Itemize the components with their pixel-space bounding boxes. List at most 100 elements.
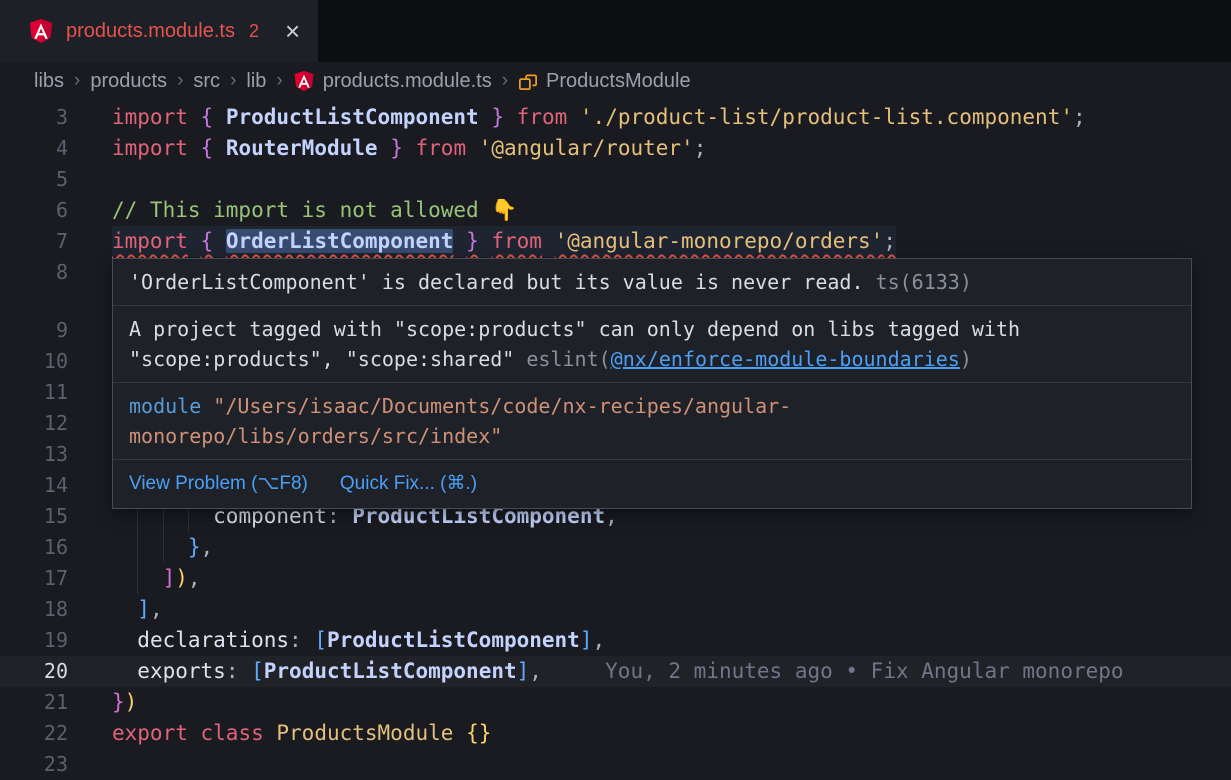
code-token: ProductListComponent (226, 105, 479, 129)
code-content[interactable]: exports: [ProductListComponent], You, 2 … (112, 656, 1124, 687)
code-content[interactable]: declarations: [ProductListComponent], (112, 625, 605, 656)
indent-guide (137, 563, 138, 594)
quick-fix-link[interactable]: Quick Fix... (⌘.) (340, 469, 477, 499)
code-token: from (517, 105, 568, 129)
line-number: 9 (0, 315, 68, 346)
code-content[interactable]: ]), (112, 563, 201, 594)
code-token: } (112, 690, 125, 714)
angular-icon (293, 70, 315, 92)
line-number: 14 (0, 470, 68, 501)
code-token: ProductListComponent (327, 628, 580, 652)
breadcrumb-item-libs[interactable]: libs (34, 70, 64, 93)
code-token (479, 229, 492, 253)
code-token: {} (466, 721, 491, 745)
code-token: // This import is not allowed (112, 198, 491, 222)
tab-bar: products.module.ts 2 × (0, 0, 1231, 62)
code-token: ProductsModule (276, 721, 453, 745)
line-number: 6 (0, 195, 68, 226)
code-token: export (112, 721, 188, 745)
view-problem-link[interactable]: View Problem (⌥F8) (129, 469, 308, 499)
code-token: ; (1073, 105, 1086, 129)
breadcrumb-label: libs (34, 70, 64, 93)
code-token (453, 721, 466, 745)
code-content[interactable]: import { RouterModule } from '@angular/r… (112, 133, 706, 164)
code-line: 16 }, (0, 532, 1231, 563)
code-line: 3import { ProductListComponent } from '.… (0, 102, 1231, 133)
hover-code-line: monorepo/libs/orders/src/index" (129, 421, 1175, 451)
code-token (112, 659, 137, 683)
code-line: 5 (0, 164, 1231, 195)
line-number: 5 (0, 164, 68, 195)
breadcrumb-separator-icon: › (229, 70, 237, 92)
code-token: './product-list/product-list.component' (580, 105, 1073, 129)
code-line: 21}) (0, 687, 1231, 718)
code-token: { (201, 229, 214, 253)
code-content[interactable]: }, (112, 532, 213, 563)
code-token: RouterModule (226, 136, 378, 160)
code-token (213, 105, 226, 129)
diagnostic-hover: 'OrderListComponent' is declared but its… (112, 258, 1192, 509)
line-number: 19 (0, 625, 68, 656)
line-number: 20 (0, 656, 68, 687)
code-token: , (529, 659, 542, 683)
hover-eslint-message: A project tagged with "scope:products" c… (113, 305, 1191, 382)
hover-message-text: ) (960, 347, 972, 371)
code-token: ] (580, 628, 593, 652)
line-number: 17 (0, 563, 68, 594)
tab-problems-badge: 2 (249, 21, 259, 42)
hover-code-token: monorepo/libs/orders/src/index" (129, 424, 502, 448)
hover-code-token: "/Users/isaac/Documents/code/nx-recipes/… (201, 394, 791, 418)
code-token (112, 597, 137, 621)
code-line: 18 ], (0, 594, 1231, 625)
line-number: 13 (0, 439, 68, 470)
line-number: 8 (0, 257, 68, 288)
code-content[interactable]: import { ProductListComponent } from './… (112, 102, 1086, 133)
tab-close-button[interactable]: × (285, 18, 300, 44)
code-line: 19 declarations: [ProductListComponent], (0, 625, 1231, 656)
tab-products-module[interactable]: products.module.ts 2 × (0, 0, 319, 62)
line-number: 12 (0, 408, 68, 439)
breadcrumb-item-products-module-ts[interactable]: products.module.ts (293, 70, 492, 93)
breadcrumb-item-productsmodule[interactable]: ProductsModule (518, 70, 691, 93)
code-token: class (201, 721, 264, 745)
code-token: } (188, 535, 201, 559)
code-token: { (201, 105, 214, 129)
code-token: ] (137, 597, 150, 621)
hover-module-info: module "/Users/isaac/Documents/code/nx-r… (113, 382, 1191, 459)
code-line: 23 (0, 749, 1231, 780)
code-content[interactable]: }) (112, 687, 137, 718)
hover-message-text: 'OrderListComponent' is declared but its… (129, 270, 864, 294)
hover-message-text: ts(6133) (864, 270, 972, 294)
code-token (188, 721, 201, 745)
code-content[interactable]: export class ProductsModule {} (112, 718, 491, 749)
code-token (567, 105, 580, 129)
breadcrumb-item-products[interactable]: products (90, 70, 167, 93)
code-token: from (416, 136, 467, 160)
line-number: 18 (0, 594, 68, 625)
breadcrumb-label: ProductsModule (546, 70, 691, 93)
code-token (264, 721, 277, 745)
breadcrumb-item-lib[interactable]: lib (246, 70, 266, 93)
breadcrumb-label: src (193, 70, 220, 93)
code-token: declarations (137, 628, 289, 652)
line-number: 21 (0, 687, 68, 718)
breadcrumb-label: products.module.ts (323, 70, 492, 93)
code-line: 20 exports: [ProductListComponent], You,… (0, 656, 1231, 687)
code-token: 👇 (491, 198, 517, 222)
code-token: , (201, 535, 214, 559)
line-number: 7 (0, 226, 68, 257)
eslint-rule-link[interactable]: @nx/enforce-module-boundaries (611, 347, 960, 371)
breadcrumb-separator-icon: › (176, 70, 184, 92)
breadcrumb-item-src[interactable]: src (193, 70, 220, 93)
code-token: : (226, 659, 251, 683)
code-token (403, 136, 416, 160)
breadcrumb-separator-icon: › (275, 70, 283, 92)
code-token: ; (694, 136, 707, 160)
code-content[interactable]: ], (112, 594, 163, 625)
vscode-window: products.module.ts 2 × libs › products › src… (0, 0, 1231, 780)
code-line: 17 ]), (0, 563, 1231, 594)
code-content[interactable]: import { OrderListComponent } from '@ang… (112, 226, 896, 257)
code-token (112, 535, 188, 559)
code-editor: 3import { ProductListComponent } from '.… (0, 100, 1231, 780)
code-content[interactable]: // This import is not allowed 👇 (112, 195, 517, 226)
